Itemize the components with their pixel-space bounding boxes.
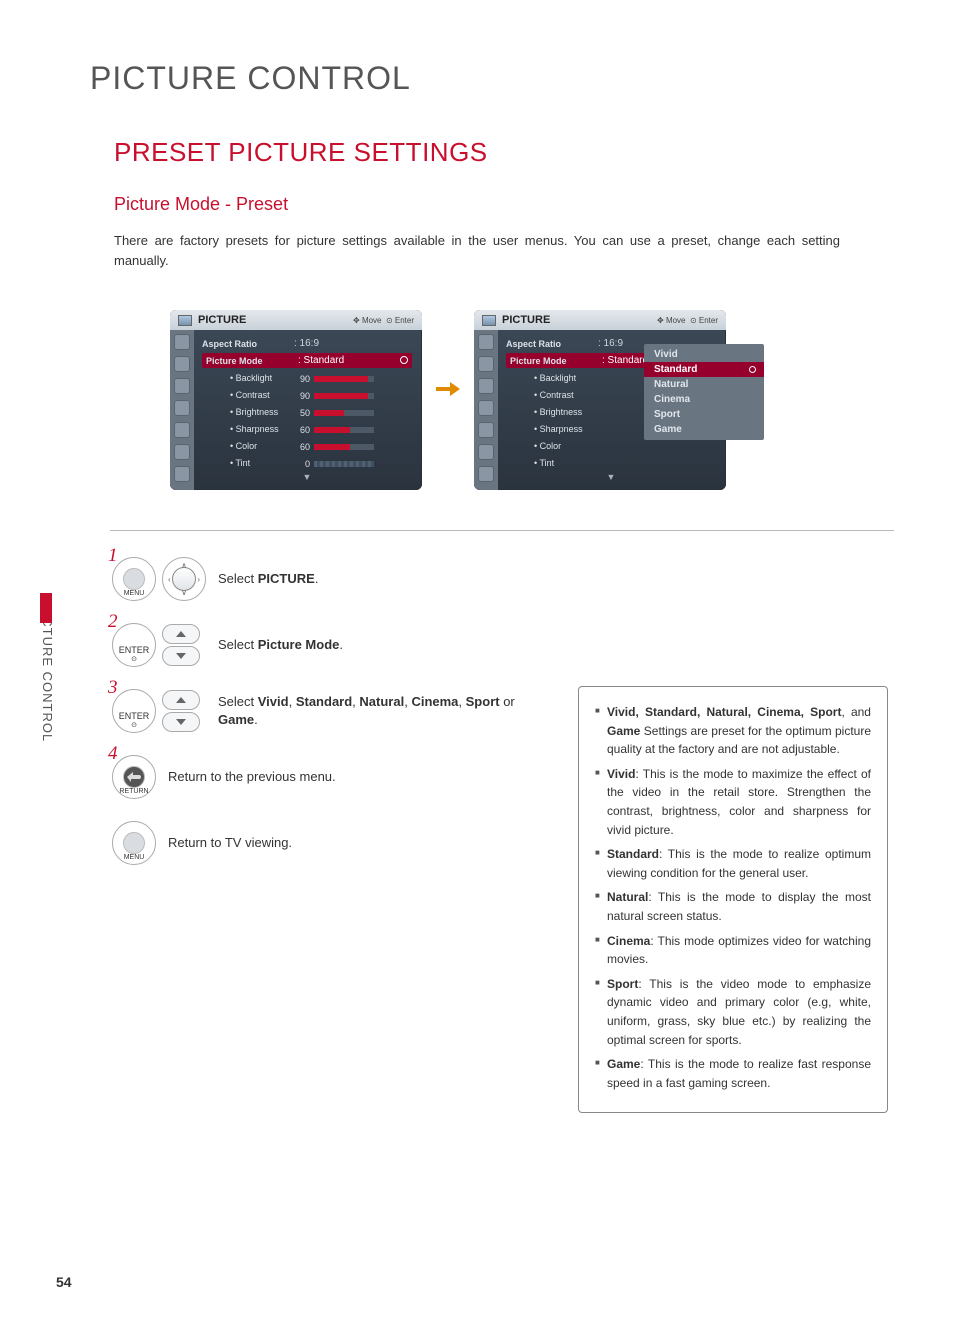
- aspect-label: Aspect Ratio: [506, 339, 598, 349]
- popup-item-selected: Standard: [644, 362, 764, 377]
- nav-ring-icon: ∧∨ ‹›: [162, 557, 206, 601]
- enter-button-icon: ENTER⊙: [112, 689, 156, 733]
- down-arrow-icon: ▼: [506, 472, 716, 482]
- info-item: Vivid, Standard, Natural, Cinema, Sport,…: [595, 703, 871, 759]
- osd-sub: • Backlight: [506, 373, 598, 383]
- mode-label: Picture Mode: [510, 356, 602, 366]
- osd-hint: ✥ Move ⊙ Enter: [657, 316, 718, 325]
- osd-sub: • Sharpness: [202, 424, 294, 434]
- menu-button-icon: MENU: [112, 557, 156, 601]
- osd-screenshots: PICTURE ✥ Move ⊙ Enter Aspect Ratio: 16:…: [170, 310, 954, 490]
- section-title: PRESET PICTURE SETTINGS: [114, 137, 954, 168]
- popup-item: Game: [644, 422, 764, 437]
- side-icon: [478, 422, 494, 438]
- osd-sub: • Backlight: [202, 373, 294, 383]
- aspect-value: : 16:9: [294, 338, 319, 349]
- side-icon: [478, 444, 494, 460]
- osd-sub: • Tint: [202, 458, 294, 468]
- step-text: Return to TV viewing.: [168, 834, 522, 852]
- side-icon: [174, 356, 190, 372]
- step-number: 3: [108, 677, 118, 699]
- side-icon: [174, 400, 190, 416]
- tv-icon: [482, 315, 496, 326]
- aspect-value: : 16:9: [598, 338, 623, 349]
- osd-hint: ✥ Move ⊙ Enter: [353, 316, 414, 325]
- picture-mode-popup: Vivid Standard Natural Cinema Sport Game: [644, 344, 764, 440]
- step-number: 4: [108, 743, 118, 765]
- osd-sub: • Contrast: [202, 390, 294, 400]
- side-icon: [174, 378, 190, 394]
- popup-item: Cinema: [644, 392, 764, 407]
- side-tab-label: PICTURE CONTROL: [40, 603, 55, 742]
- osd-sub: • Tint: [506, 458, 598, 468]
- step-number: 1: [108, 545, 118, 567]
- step-text: Return to the previous menu.: [168, 768, 522, 786]
- side-icon: [174, 466, 190, 482]
- osd-sub: • Color: [506, 441, 598, 451]
- steps: 1 MENU ∧∨ ‹› Select PICTURE. 2 ENTER⊙ Se…: [112, 557, 522, 865]
- enter-button-icon: ENTER⊙: [112, 623, 156, 667]
- info-item: Game: This is the mode to realize fast r…: [595, 1055, 871, 1092]
- osd-sub: • Contrast: [506, 390, 598, 400]
- side-icon: [174, 444, 190, 460]
- side-icon: [478, 356, 494, 372]
- down-arrow-icon: ▼: [202, 472, 412, 482]
- step-text: Select PICTURE.: [218, 570, 522, 588]
- mode-value: : Standard: [298, 355, 344, 366]
- popup-item: Vivid: [644, 347, 764, 362]
- intro-text: There are factory presets for picture se…: [114, 231, 840, 270]
- side-tab: PICTURE CONTROL: [40, 593, 62, 753]
- popup-item: Natural: [644, 377, 764, 392]
- step-text: Select Vivid, Standard, Natural, Cinema,…: [218, 693, 522, 729]
- osd-sub: • Brightness: [202, 407, 294, 417]
- info-box: Vivid, Standard, Natural, Cinema, Sport,…: [578, 686, 888, 1113]
- osd-sub: • Sharpness: [506, 424, 598, 434]
- osd-title: PICTURE: [502, 314, 550, 326]
- side-icon: [174, 334, 190, 350]
- aspect-label: Aspect Ratio: [202, 339, 294, 349]
- step-text: Select Picture Mode.: [218, 636, 522, 654]
- osd-sub: • Brightness: [506, 407, 598, 417]
- info-item: Standard: This is the mode to realize op…: [595, 845, 871, 882]
- step-number: 2: [108, 611, 118, 633]
- mode-label: Picture Mode: [206, 356, 298, 366]
- menu-button-icon: MENU: [112, 821, 156, 865]
- divider: [110, 530, 894, 531]
- page-title: PICTURE CONTROL: [90, 60, 954, 97]
- info-item: Natural: This is the mode to display the…: [595, 888, 871, 925]
- osd-menu-picture: PICTURE ✥ Move ⊙ Enter Aspect Ratio: 16:…: [170, 310, 422, 490]
- side-icon: [478, 334, 494, 350]
- return-button-icon: RETURN: [112, 755, 156, 799]
- info-item: Cinema: This mode optimizes video for wa…: [595, 932, 871, 969]
- arrow-right-icon: [434, 380, 462, 398]
- subsection-title: Picture Mode - Preset: [114, 194, 954, 215]
- tv-icon: [178, 315, 192, 326]
- info-item: Sport: This is the video mode to emphasi…: [595, 975, 871, 1049]
- popup-item: Sport: [644, 407, 764, 422]
- mode-value: : Standard: [602, 355, 648, 366]
- page-number: 54: [56, 1274, 72, 1290]
- updown-icon: [162, 624, 206, 666]
- side-icon: [478, 466, 494, 482]
- osd-title: PICTURE: [198, 314, 246, 326]
- updown-icon: [162, 690, 206, 732]
- osd-sub: • Color: [202, 441, 294, 451]
- side-icon: [478, 378, 494, 394]
- info-item: Vivid: This is the mode to maximize the …: [595, 765, 871, 839]
- side-icon: [478, 400, 494, 416]
- side-icon: [174, 422, 190, 438]
